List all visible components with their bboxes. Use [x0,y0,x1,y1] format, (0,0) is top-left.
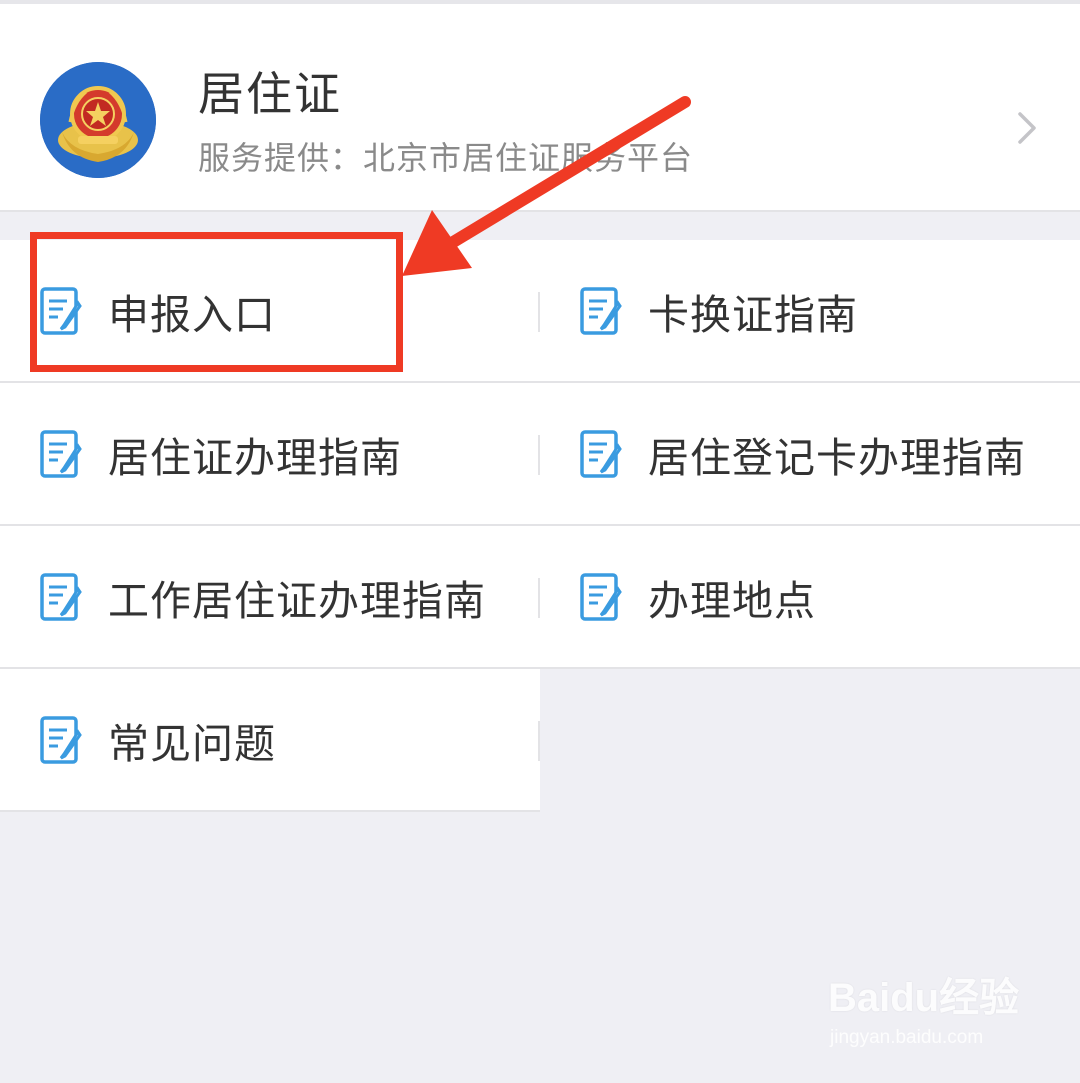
watermark-url: jingyan.baidu.com [830,1027,984,1048]
annotation-arrow-icon [402,96,691,276]
watermark-brand: Baidu经验 [828,976,1020,1020]
chevron-right-icon[interactable] [1008,108,1048,148]
menu-row: 居住证办理指南 居住登记卡办理指南 [0,383,1080,526]
menu-item-registration-card-guide[interactable]: 居住登记卡办理指南 [540,383,1080,524]
menu-item-locations[interactable]: 办理地点 [540,526,1080,667]
menu-item-label: 居住证办理指南 [108,433,402,482]
column-divider [538,721,540,761]
document-edit-icon [40,715,82,764]
menu-item-label: 工作居住证办理指南 [108,576,486,625]
menu-item-label: 居住登记卡办理指南 [648,433,1026,482]
document-edit-icon [580,429,622,478]
menu-item-work-permit-guide[interactable]: 工作居住证办理指南 [0,526,540,667]
document-edit-icon [40,572,82,621]
annotation-highlight-box [30,232,403,372]
menu-row: 工作居住证办理指南 办理地点 [0,526,1080,669]
menu-item-residence-permit-guide[interactable]: 居住证办理指南 [0,383,540,524]
menu-item-label: 办理地点 [648,576,816,625]
menu-row: 常见问题 [0,669,540,812]
service-title: 居住证 [198,67,342,121]
baidu-watermark: Baidu经验 jingyan.baidu.com [828,965,1028,1065]
police-emblem-icon [40,62,156,178]
menu-item-faq[interactable]: 常见问题 [0,669,540,810]
menu-item-label: 常见问题 [108,719,276,768]
service-page: 居住证 服务提供：北京市居住证服务平台 申报入口 卡换证指南 居住证办理指南 居… [0,0,1080,1083]
document-edit-icon [580,572,622,621]
document-edit-icon [40,429,82,478]
